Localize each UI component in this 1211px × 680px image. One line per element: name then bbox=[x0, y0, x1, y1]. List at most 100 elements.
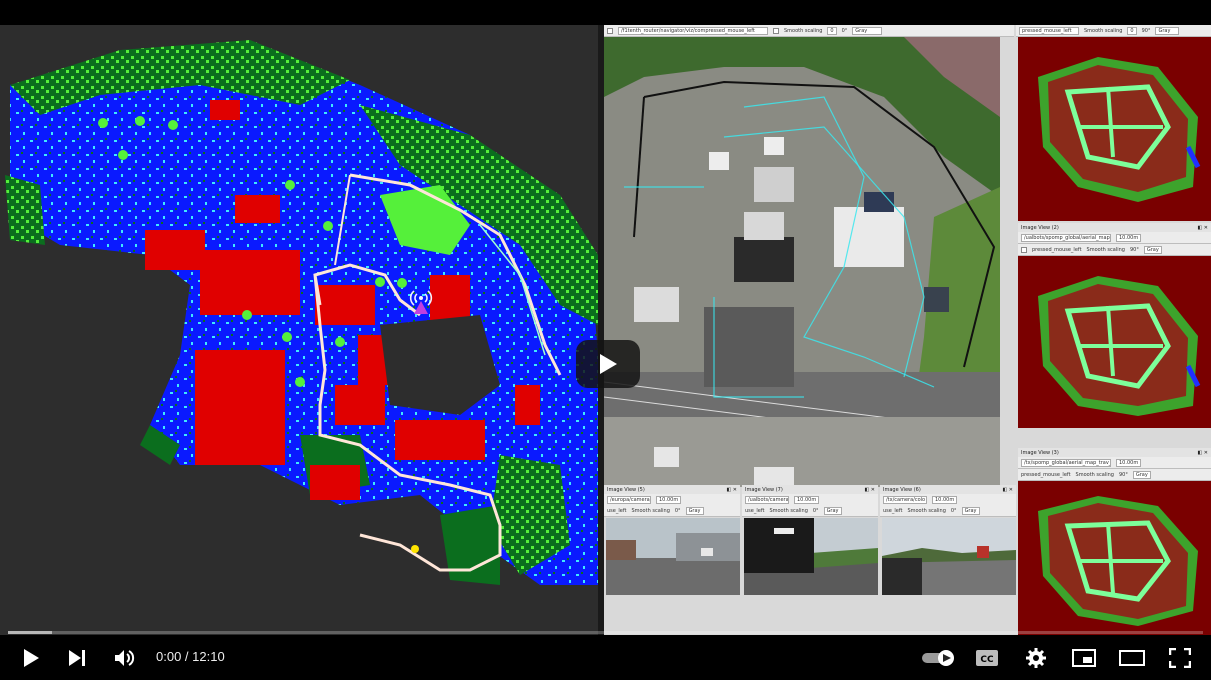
traversability-map-1[interactable] bbox=[1018, 37, 1211, 221]
fullscreen-button[interactable] bbox=[1165, 643, 1195, 673]
topic-select[interactable]: /f1tenth_router/navigator/viz/compressed… bbox=[618, 26, 768, 35]
player-controls: 0:00 / 12:10 CC bbox=[0, 631, 1211, 680]
fullscreen-icon bbox=[1169, 648, 1191, 668]
camera-6-image bbox=[882, 518, 1016, 595]
autoplay-toggle[interactable] bbox=[920, 643, 956, 673]
cc-icon: CC bbox=[976, 650, 998, 666]
image-view-2-title: Image View (2) bbox=[1021, 224, 1059, 231]
topic-select[interactable]: /ualbots/camera/ bbox=[745, 495, 789, 504]
camera-5-image bbox=[606, 518, 740, 595]
rotation-value[interactable]: 0° bbox=[951, 508, 957, 514]
svg-text:CC: CC bbox=[980, 655, 994, 665]
video-player[interactable]: /f1tenth_router/navigator/viz/compressed… bbox=[0, 0, 1211, 680]
video-frame[interactable]: /f1tenth_router/navigator/viz/compressed… bbox=[0, 25, 1211, 635]
pressed-label: pressed_mouse_left bbox=[1021, 471, 1071, 478]
image-view-7-toolbar-b: use_left Smooth scaling 0° Gray bbox=[742, 505, 878, 517]
theater-button[interactable] bbox=[1117, 643, 1147, 673]
trav-map-graphic-3 bbox=[1038, 496, 1198, 626]
rqt-desktop: /f1tenth_router/navigator/viz/compressed… bbox=[604, 25, 1211, 635]
scale-field[interactable]: 10.00m bbox=[794, 495, 820, 504]
value-a-field[interactable]: 0 bbox=[827, 26, 837, 35]
next-button[interactable] bbox=[63, 643, 93, 673]
rotation-value[interactable]: 0° bbox=[842, 28, 848, 34]
pressed-field[interactable]: pressed_mouse_left bbox=[1019, 26, 1079, 35]
large-play-button[interactable] bbox=[576, 340, 640, 388]
scale-field[interactable]: 10.00m bbox=[1116, 458, 1142, 467]
colormap-select[interactable]: Gray bbox=[823, 506, 842, 515]
goal-marker bbox=[411, 545, 419, 553]
settings-button[interactable] bbox=[1021, 643, 1051, 673]
volume-button[interactable] bbox=[110, 643, 140, 673]
pressed-label: use_left bbox=[883, 507, 903, 514]
robot-marker-icon bbox=[408, 287, 434, 315]
image-view-2-titlebar: Image View (2) ◧ ✕ bbox=[1018, 223, 1211, 232]
smooth-checkbox[interactable] bbox=[773, 27, 779, 34]
image-view-3-title: Image View (3) bbox=[1021, 449, 1059, 456]
semantic-map-graphic bbox=[5, 40, 598, 585]
gear-icon bbox=[1026, 648, 1046, 668]
smooth-scaling-label: Smooth scaling bbox=[1075, 471, 1114, 478]
topic-select[interactable]: /tx/spomp_global/aerial_map_trav_viz/com bbox=[1021, 458, 1111, 467]
semantic-map-view bbox=[0, 25, 598, 635]
topic-select[interactable]: /europa/camera/ bbox=[607, 495, 651, 504]
aerial-satellite-view[interactable] bbox=[604, 37, 1000, 487]
rotation-value[interactable]: 0° bbox=[813, 508, 819, 514]
image-view-3-toolbar: /tx/spomp_global/aerial_map_trav_viz/com… bbox=[1018, 457, 1211, 469]
colormap-select[interactable]: Gray bbox=[961, 506, 980, 515]
image-view-2-toolbar: /ualbots/spomp_global/aerial_map_trav_vi… bbox=[1018, 232, 1211, 244]
smooth-scaling-label: Smooth scaling bbox=[784, 27, 823, 34]
enable-checkbox[interactable] bbox=[607, 27, 613, 34]
colormap-select[interactable]: Gray bbox=[852, 26, 883, 35]
smooth-scaling-label: Smooth scaling bbox=[1086, 246, 1125, 253]
traversability-map-2[interactable] bbox=[1018, 256, 1211, 428]
smooth-scaling-label: Smooth scaling bbox=[769, 507, 808, 514]
image-view-3-titlebar: Image View (3) ◧ ✕ bbox=[1018, 448, 1211, 457]
pressed-label: use_left bbox=[745, 507, 765, 514]
camera-view-6[interactable] bbox=[882, 518, 1016, 595]
image-view-2-toolbar-b: pressed_mouse_left Smooth scaling 90° Gr… bbox=[1018, 244, 1211, 256]
colormap-select[interactable]: Gray bbox=[1132, 470, 1151, 479]
window-controls-icon[interactable]: ◧ ✕ bbox=[1197, 225, 1208, 231]
traversability-map-3[interactable] bbox=[1018, 481, 1211, 635]
image-view-5-toolbar-b: use_left Smooth scaling 0° Gray bbox=[604, 505, 740, 517]
camera-7-image bbox=[744, 518, 878, 595]
window-controls-icon[interactable]: ◧ ✕ bbox=[1197, 450, 1208, 456]
enable-checkbox[interactable] bbox=[1021, 246, 1027, 253]
image-view-3-toolbar-b: pressed_mouse_left Smooth scaling 90° Gr… bbox=[1018, 469, 1211, 481]
rotation-value[interactable]: 90° bbox=[1119, 472, 1128, 478]
autoplay-toggle-icon bbox=[922, 650, 954, 666]
image-view-7-titlebar: Image View (7) ◧ ✕ bbox=[742, 485, 878, 494]
scale-field[interactable]: 10.00m bbox=[932, 495, 958, 504]
rotation-value[interactable]: 90° bbox=[1130, 247, 1139, 253]
time-display: 0:00 / 12:10 bbox=[156, 649, 225, 664]
window-controls-icon[interactable]: ◧ ✕ bbox=[1002, 487, 1013, 493]
play-icon bbox=[24, 649, 39, 667]
colormap-select[interactable]: Gray bbox=[1155, 26, 1180, 35]
trav-map-graphic-1 bbox=[1038, 57, 1201, 202]
camera-view-5[interactable] bbox=[606, 518, 740, 595]
pressed-label: use_left bbox=[607, 507, 627, 514]
rotation-value[interactable]: 0° bbox=[675, 508, 681, 514]
camera-view-7[interactable] bbox=[744, 518, 878, 595]
colormap-select[interactable]: Gray bbox=[685, 506, 704, 515]
rotation-value[interactable]: 90° bbox=[1142, 28, 1151, 34]
colormap-select[interactable]: Gray bbox=[1143, 245, 1162, 254]
window-controls-icon[interactable]: ◧ ✕ bbox=[864, 487, 875, 493]
image-view-6-titlebar: Image View (6) ◧ ✕ bbox=[880, 485, 1016, 494]
scale-field[interactable]: 10.00m bbox=[656, 495, 682, 504]
topic-select[interactable]: /ualbots/spomp_global/aerial_map_trav_vi… bbox=[1021, 233, 1111, 242]
miniplayer-icon bbox=[1072, 649, 1096, 667]
captions-button[interactable]: CC bbox=[972, 643, 1002, 673]
volume-icon bbox=[115, 650, 135, 666]
buffered-bar bbox=[8, 631, 52, 634]
topic-select[interactable]: /tx/camera/colo bbox=[883, 495, 927, 504]
progress-bar[interactable] bbox=[8, 631, 1203, 634]
window-controls-icon[interactable]: ◧ ✕ bbox=[726, 487, 737, 493]
play-button[interactable] bbox=[16, 643, 46, 673]
aerial-map-graphic bbox=[604, 37, 1000, 487]
scale-field[interactable]: 10.00m bbox=[1116, 233, 1142, 242]
miniplayer-button[interactable] bbox=[1069, 643, 1099, 673]
right-top-toolbar: pressed_mouse_left Smooth scaling 0 90° … bbox=[1016, 25, 1211, 37]
value-a-field[interactable]: 0 bbox=[1127, 26, 1137, 35]
pressed-label: pressed_mouse_left bbox=[1032, 246, 1082, 253]
